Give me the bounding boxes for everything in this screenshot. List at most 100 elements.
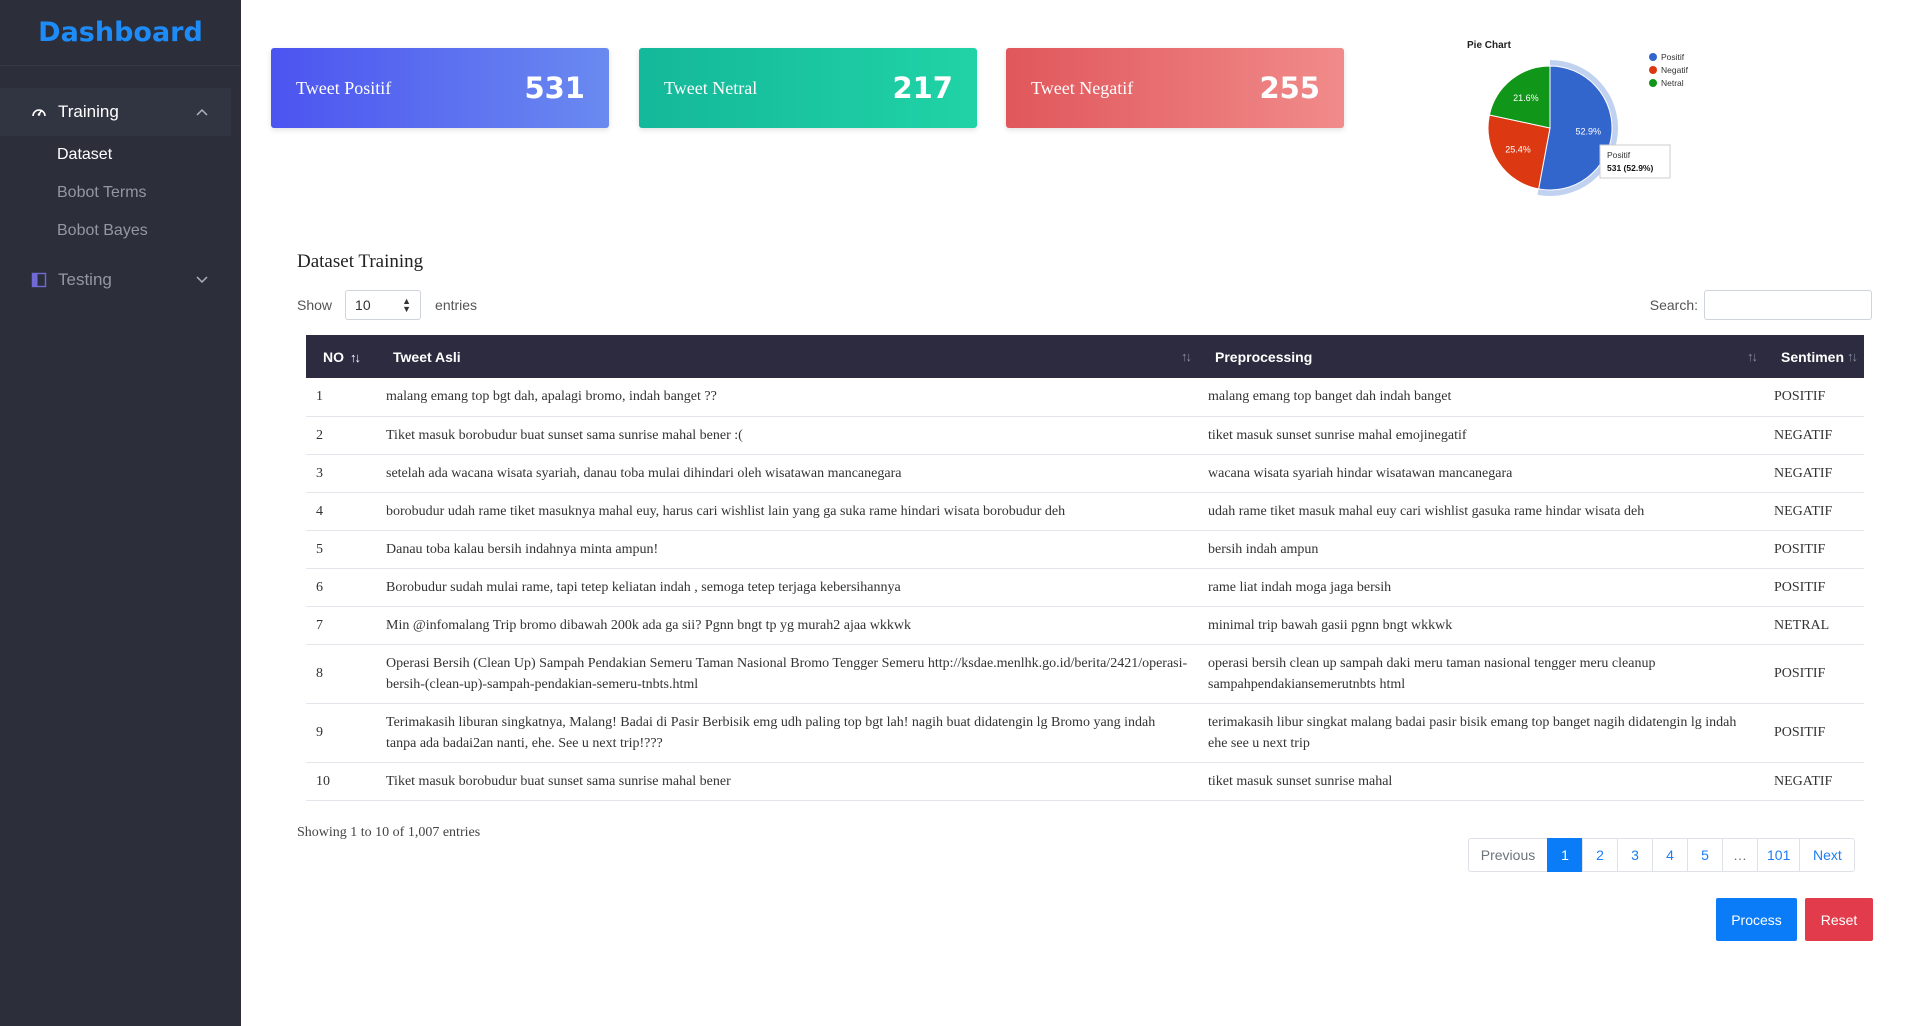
card-label: Tweet Positif [296,77,392,98]
table-row[interactable]: 9 Terimakasih liburan singkatnya, Malang!… [306,703,1864,763]
sidebar-item-bobot-bayes[interactable]: Bobot Bayes [0,212,241,250]
cell-preprocessing: malang emang top banget dah indah banget [1198,378,1764,417]
chart-title: Pie Chart [1467,40,1512,51]
legend-label: Positif [1661,52,1685,62]
brand[interactable]: Dashboard [0,0,241,66]
cell-preprocessing: udah rame tiket masuk mahal euy cari wis… [1198,492,1764,531]
column-label: Sentimen [1781,348,1845,365]
dataset-table: NO ↑↓ Tweet Asli ↑↓ Preprocessing ↑↓ Sentim… [306,335,1864,801]
card-tweet-negatif: Tweet Negatif 255 [1006,48,1344,128]
sort-icon: ↑↓ [350,349,361,365]
cell-tweet: Terimakasih liburan singkatnya, Malang! … [376,703,1198,763]
cell-no: 1 [306,378,376,417]
cell-no: 8 [306,644,376,704]
column-label: Tweet Asli [393,348,461,365]
sidebar-item-training[interactable]: Training [0,88,231,136]
sidebar: Dashboard Training Dataset Bobot Terms B… [0,0,241,1026]
tooltip-name: Positif [1607,150,1631,160]
cell-tweet: Tiket masuk borobudur buat sunset sama s… [376,416,1198,455]
table-row[interactable]: 6 Borobudur sudah mulai rame, tapi tetep … [306,568,1864,607]
pie-chart-svg: Pie Chart 52.9% 25.4% 21.6% Positif Negatif Ne… [1467,40,1689,196]
select-caret-icon: ▲ ▼ [402,296,412,314]
cell-no: 5 [306,530,376,569]
sort-icon: ↑↓ [1181,349,1192,364]
cell-tweet: Tiket masuk borobudur buat sunset sama s… [376,762,1198,801]
pagination-page[interactable]: 101 [1757,838,1801,872]
pagination-previous[interactable]: Previous [1468,838,1548,872]
table-info: Showing 1 to 10 of 1,007 entries [297,825,481,840]
pie-chart[interactable]: Pie Chart 52.9% 25.4% 21.6% Positif Negatif Ne… [1455,34,1715,204]
cell-no: 4 [306,492,376,531]
legend-label: Netral [1661,78,1684,88]
column-header-sentimen[interactable]: Sentimen ↑↓ [1764,335,1864,378]
gauge-icon [30,103,48,121]
table-row[interactable]: 7 Min @infomalang Trip bromo dibawah 200k… [306,606,1864,645]
cell-tweet: malang emang top bgt dah, apalagi bromo,… [376,378,1198,417]
cell-preprocessing: rame liat indah moga jaga bersih [1198,568,1764,607]
pie-label: 21.6% [1513,93,1539,103]
cell-no: 9 [306,703,376,763]
cell-preprocessing: bersih indah ampun [1198,530,1764,569]
pagination-page[interactable]: 1 [1547,838,1583,872]
entries-label: entries [435,297,478,313]
cell-sentimen: POSITIF [1764,378,1864,417]
pagination: Previous 1 2 3 4 5 … 101 Next [1468,838,1856,872]
process-button[interactable]: Process [1716,898,1797,941]
pagination-page[interactable]: 5 [1687,838,1723,872]
sidebar-item-label: Training [58,102,119,121]
pagination-next[interactable]: Next [1799,838,1856,872]
reset-button[interactable]: Reset [1805,898,1873,941]
sidebar-item-dataset[interactable]: Dataset [0,136,241,174]
sidebar-item-bobot-terms[interactable]: Bobot Terms [0,174,241,212]
cell-sentimen: POSITIF [1764,568,1864,607]
pagination-page[interactable]: 3 [1617,838,1653,872]
legend-label: Negatif [1661,65,1689,75]
search-label: Search: [1649,297,1698,313]
pagination-page[interactable]: 4 [1652,838,1688,872]
card-value: 531 [524,71,585,105]
show-label: Show [297,297,333,313]
cell-tweet: Borobudur sudah mulai rame, tapi tetep k… [376,568,1198,607]
search-input[interactable] [1704,290,1872,320]
chevron-down-icon[interactable] [195,273,209,287]
pie-label: 25.4% [1505,144,1531,154]
table-row[interactable]: 3 setelah ada wacana wisata syariah, dana… [306,454,1864,493]
legend-marker [1649,53,1657,61]
tooltip-value: 531 (52.9%) [1607,163,1653,173]
nav-group: Training Dataset Bobot Terms Bobot Bayes… [0,88,241,304]
table-row[interactable]: 10 Tiket masuk borobudur buat sunset sama… [306,762,1864,801]
table-row[interactable]: 8 Operasi Bersih (Clean Up) Sampah Pendak… [306,644,1864,704]
column-header-preprocessing[interactable]: Preprocessing ↑↓ [1198,335,1764,378]
table-header-row: NO ↑↓ Tweet Asli ↑↓ Preprocessing ↑↓ Sentim… [306,335,1864,378]
cell-tweet: borobudur udah rame tiket masuknya mahal… [376,492,1198,531]
cell-no: 7 [306,606,376,645]
card-value: 255 [1259,71,1320,105]
pie-label: 52.9% [1576,127,1602,137]
column-label: NO [323,348,344,365]
cell-tweet: Min @infomalang Trip bromo dibawah 200k … [376,606,1198,645]
cell-preprocessing: terimakasih libur singkat malang badai p… [1198,703,1764,763]
cell-preprocessing: minimal trip bawah gasii pgnn bngt wkkwk [1198,606,1764,645]
chevron-up-icon[interactable] [195,105,209,119]
table-row[interactable]: 5 Danau toba kalau bersih indahnya minta … [306,530,1864,569]
sidebar-item-testing[interactable]: Testing [0,256,231,304]
sidebar-item-label: Testing [58,270,112,289]
cell-sentimen: NEGATIF [1764,492,1864,531]
column-header-no[interactable]: NO ↑↓ [306,335,376,378]
cell-sentimen: NEGATIF [1764,454,1864,493]
entries-select[interactable]: 10 ▲ ▼ [345,290,422,320]
column-header-tweet-asli[interactable]: Tweet Asli ↑↓ [376,335,1198,378]
search-control: Search: [1650,290,1872,320]
section-title: Dataset Training [297,251,424,272]
pagination-page[interactable]: 2 [1582,838,1618,872]
entries-value: 10 [355,297,371,313]
card-label: Tweet Negatif [1031,77,1134,98]
table-row[interactable]: 2 Tiket masuk borobudur buat sunset sama … [306,416,1864,455]
cell-preprocessing: tiket masuk sunset sunrise mahal [1198,762,1764,801]
cell-sentimen: POSITIF [1764,703,1864,763]
table-row[interactable]: 1 malang emang top bgt dah, apalagi bromo… [306,378,1864,417]
table-row[interactable]: 4 borobudur udah rame tiket masuknya maha… [306,492,1864,531]
cell-tweet: setelah ada wacana wisata syariah, danau… [376,454,1198,493]
cell-tweet: Operasi Bersih (Clean Up) Sampah Pendaki… [376,644,1198,704]
cell-preprocessing: wacana wisata syariah hindar wisatawan m… [1198,454,1764,493]
